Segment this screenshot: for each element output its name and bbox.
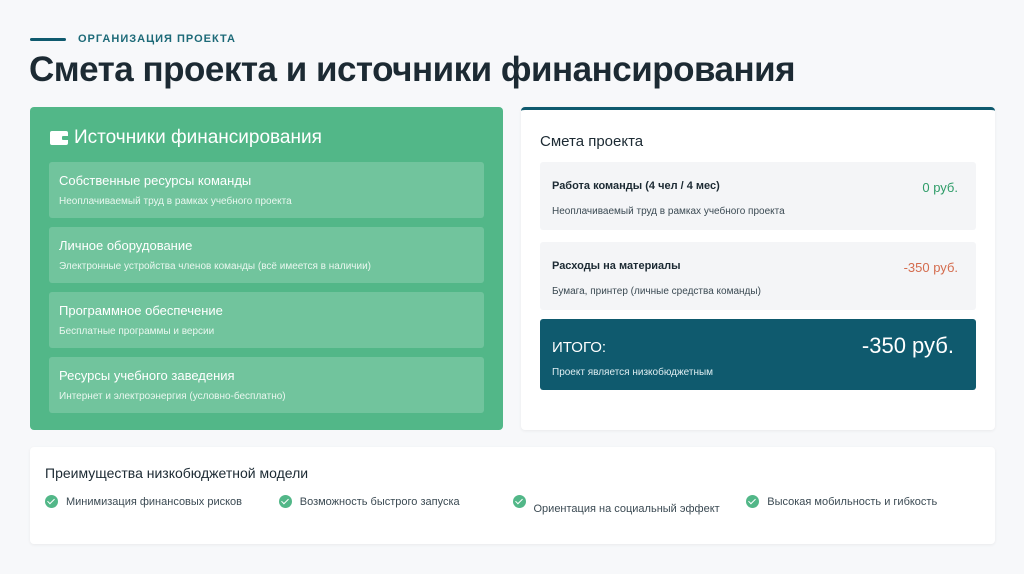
check-circle-icon [746, 495, 760, 508]
wallet-icon [50, 131, 68, 145]
check-circle-icon [278, 495, 292, 508]
funding-item-name: Личное оборудование [59, 238, 193, 253]
estimate-item-name: Расходы на материалы [552, 260, 681, 272]
estimate-item: Расходы на материалы Бумага, принтер (ли… [540, 242, 976, 310]
estimate-item-desc: Бумага, принтер (личные средства команды… [552, 286, 761, 297]
funding-item-name: Ресурсы учебного заведения [59, 368, 235, 383]
funding-item-name: Программное обеспечение [59, 303, 223, 318]
benefit-text: Ориентация на социальный эффект [533, 503, 720, 515]
page-title: Смета проекта и источники финансирования [29, 50, 796, 89]
benefit-text: Высокая мобильность и гибкость [767, 496, 938, 508]
estimate-panel: Смета проекта Работа команды (4 чел / 4 … [521, 107, 995, 430]
benefit-item: Высокая мобильность и гибкость [746, 495, 980, 515]
funding-sources-panel: Источники финансирования Собственные рес… [30, 107, 503, 430]
estimate-total: ИТОГО: Проект является низкобюджетным -3… [540, 319, 976, 390]
section-eyebrow: ОРГАНИЗАЦИЯ ПРОЕКТА [30, 33, 236, 45]
funding-item-name: Собственные ресурсы команды [59, 173, 252, 188]
funding-item-desc: Электронные устройства членов команды (в… [59, 261, 371, 272]
estimate-item: Работа команды (4 чел / 4 мес) Неоплачив… [540, 162, 976, 230]
total-note: Проект является низкобюджетным [552, 367, 714, 378]
funding-item-desc: Бесплатные программы и версии [59, 326, 215, 337]
total-sum: -350 руб. [861, 333, 954, 358]
eyebrow-bar [30, 37, 66, 41]
benefits-title: Преимущества низкобюджетной модели [45, 465, 309, 481]
estimate-item-amount: 0 руб. [922, 180, 958, 195]
funding-item: Программное обеспечение Бесплатные прогр… [49, 292, 484, 348]
benefit-text: Минимизация финансовых рисков [66, 496, 243, 508]
benefit-text: Возможность быстрого запуска [299, 496, 460, 508]
check-circle-icon [45, 495, 58, 508]
estimate-item-desc: Неоплачиваемый труд в рамках учебного пр… [552, 206, 785, 217]
benefit-item: Минимизация финансовых рисков [45, 495, 279, 515]
funding-item: Собственные ресурсы команды Неоплачиваем… [49, 162, 484, 218]
estimate-title: Смета проекта [540, 133, 644, 150]
eyebrow-text: ОРГАНИЗАЦИЯ ПРОЕКТА [78, 33, 236, 45]
funding-title: Источники финансирования [74, 127, 322, 148]
funding-item: Ресурсы учебного заведения Интернет и эл… [49, 357, 484, 413]
funding-item-desc: Интернет и электроэнергия (условно-беспл… [59, 391, 286, 402]
funding-header: Источники финансирования [50, 127, 484, 149]
estimate-item-amount: -350 руб. [903, 260, 958, 275]
check-circle-icon [512, 495, 526, 508]
benefit-item: Ориентация на социальный эффект [512, 495, 747, 515]
benefits-panel: Преимущества низкобюджетной модели Миним… [30, 447, 995, 544]
estimate-item-name: Работа команды (4 чел / 4 мес) [552, 180, 720, 192]
benefit-item: Возможность быстрого запуска [278, 495, 513, 515]
funding-list: Собственные ресурсы команды Неоплачиваем… [49, 162, 484, 413]
benefits-list: Минимизация финансовых рисков Возможност… [45, 495, 980, 515]
funding-item: Личное оборудование Электронные устройст… [49, 227, 484, 283]
funding-item-desc: Неоплачиваемый труд в рамках учебного пр… [59, 196, 292, 207]
